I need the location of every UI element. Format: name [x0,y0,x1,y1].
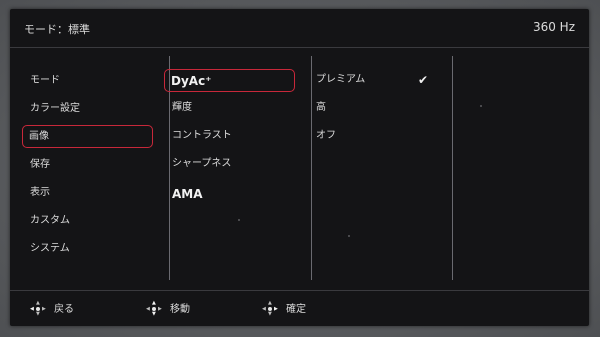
main-menu: モード カラー設定 画像 保存 表示 カスタム システム [10,48,160,286]
mode-title: モード：標準 [24,23,90,36]
option-premium[interactable]: プレミアム ✔ [310,69,438,91]
menu-item-ama[interactable]: AMA [166,183,294,205]
footer-confirm-label: 確定 [286,304,306,315]
footer-move-label: 移動 [170,304,190,315]
menu-columns: モード カラー設定 画像 保存 表示 カスタム システム DyAc⁺ 輝度 コン… [10,48,589,286]
menu-item-display[interactable]: 表示 [24,182,152,204]
options-menu: プレミアム ✔ 高 オフ [302,48,444,286]
footer-back: ▲ ▼ ◀ ▶ 戻る [30,301,74,317]
empty-column [444,48,589,286]
menu-item-save[interactable]: 保存 [24,154,152,176]
menu-item-contrast[interactable]: コントラスト [166,125,294,147]
footer-back-label: 戻る [54,304,74,315]
menu-item-custom[interactable]: カスタム [24,210,152,232]
footer-confirm: ▲ ▼ ◀ ▶ 確定 [262,301,306,317]
menu-item-dyac[interactable]: DyAc⁺ [164,69,295,92]
option-off[interactable]: オフ [310,125,438,147]
refresh-rate: 360 Hz [532,20,575,34]
menu-item-mode[interactable]: モード [24,70,152,92]
check-icon: ✔ [417,73,428,87]
screen-speck [348,235,350,237]
osd-header: モード：標準 360 Hz [10,9,589,48]
osd-panel: モード：標準 360 Hz モード カラー設定 画像 保存 表示 カスタム シス… [10,9,589,326]
osd-footer: ▲ ▼ ◀ ▶ 戻る ▲ ▼ ◀ ▶ 移動 ▲ ▼ ◀ ▶ 確定 [10,290,589,327]
joystick-icon: ▲ ▼ ◀ ▶ [30,300,46,317]
option-premium-label: プレミアム [316,74,366,85]
screen-speck [480,105,482,107]
menu-item-sharpness[interactable]: シャープネス [166,153,294,175]
menu-item-system[interactable]: システム [24,238,152,260]
footer-move: ▲ ▼ ◀ ▶ 移動 [146,301,190,317]
joystick-icon: ▲ ▼ ◀ ▶ [146,300,162,317]
joystick-icon: ▲ ▼ ◀ ▶ [262,300,278,317]
menu-item-color[interactable]: カラー設定 [24,98,152,120]
screen-speck [238,219,240,221]
sub-menu: DyAc⁺ 輝度 コントラスト シャープネス AMA [160,48,302,286]
menu-item-brightness[interactable]: 輝度 [166,97,294,119]
option-high[interactable]: 高 [310,97,438,119]
menu-item-picture[interactable]: 画像 [22,125,153,148]
